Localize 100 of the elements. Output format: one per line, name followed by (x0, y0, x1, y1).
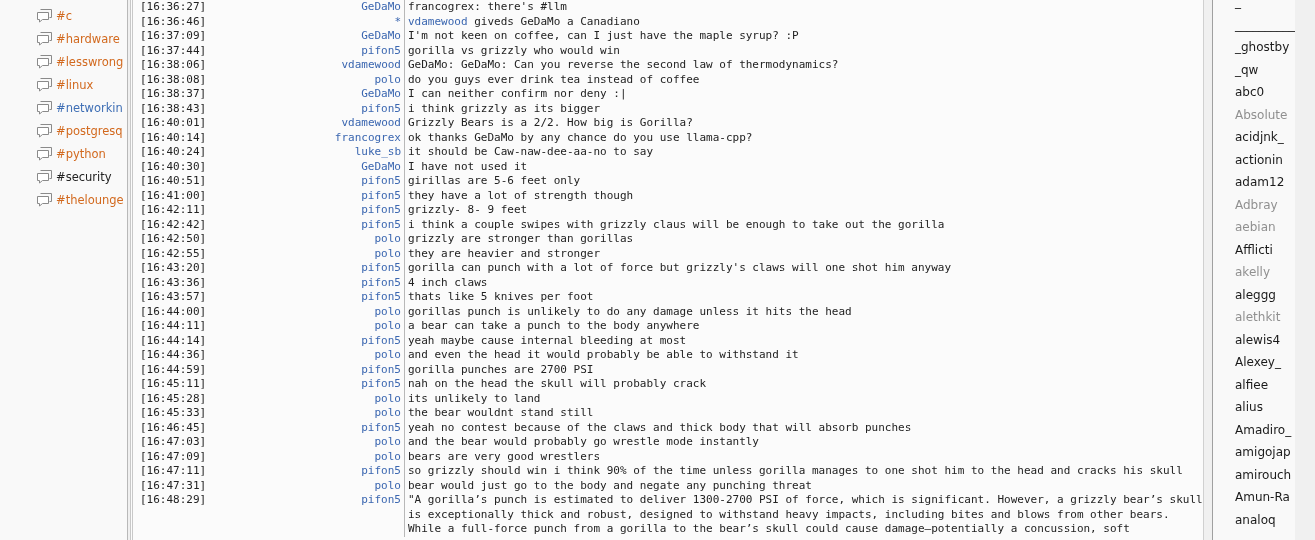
chat-bubbles-icon (36, 54, 53, 69)
nick: polo (374, 449, 401, 463)
chat-bubbles-icon (36, 123, 53, 138)
chat-bubbles-icon (36, 8, 53, 23)
timestamp: [16:40:30] (140, 159, 207, 173)
channel-item[interactable]: #thelounge (56, 192, 124, 207)
nick: GeDaMo (361, 159, 401, 173)
message-text: a bear can take a punch to the body anywhere (408, 319, 700, 332)
timestamp: [16:38:43] (140, 101, 207, 115)
message-text: gorilla vs grizzly who would win (408, 43, 620, 57)
user-item[interactable]: __________ (1235, 13, 1295, 36)
message-text: the bear wouldnt stand still (408, 406, 594, 419)
user-item[interactable]: amirouch (1235, 463, 1295, 486)
chat-bubbles-icon (36, 100, 53, 115)
nick: polo (374, 246, 401, 260)
nick: polo (374, 72, 401, 86)
user-item[interactable]: alius (1235, 396, 1295, 419)
nick: vdamewood (341, 58, 401, 71)
user-item[interactable]: Alexey_ (1235, 351, 1295, 374)
nick: pifon5 (361, 464, 401, 477)
nick: luke_sb (354, 145, 401, 158)
user-item[interactable]: _ghostby (1235, 36, 1295, 59)
message-text: they have a lot of strength though (408, 188, 634, 202)
user-item[interactable]: _qw (1235, 58, 1295, 81)
timestamp: [16:44:36] (140, 348, 207, 361)
nick: polo (374, 232, 401, 245)
message-text: thats like 5 knives per foot (408, 290, 594, 303)
timestamp: [16:47:09] (140, 449, 207, 463)
user-item[interactable]: acidjnk_ (1235, 126, 1295, 149)
action-text: giveds GeDaMo a Canadiano (474, 14, 640, 28)
message-text: "A gorilla’s punch is estimated to deliver 1300-2700 PSI of force, which is significant. However, a grizzly bear’s skull is exceptionally thick and robust, designed to withstand heavy impacts, including bites and blows from other bears. While a full-force punch from a gorilla to the bear’s skull could cause damage—potentially a concussion, soft (408, 493, 1203, 535)
message-text: Grizzly Bears is a 2/2. How big is Gorilla? (408, 116, 693, 129)
timestamp: [16:40:51] (140, 174, 207, 187)
action-nick: vdamewood (408, 14, 468, 28)
nick: polo (374, 435, 401, 448)
user-item[interactable]: adam12 (1235, 171, 1295, 194)
nick: pifon5 (361, 377, 401, 390)
message-text: girillas are 5-6 feet only (408, 174, 581, 187)
channel-item[interactable]: #python (56, 146, 106, 161)
timestamp: [16:44:59] (140, 362, 207, 376)
channel-item[interactable]: #hardware (56, 31, 120, 46)
user-item[interactable]: Amun-Ra (1235, 486, 1295, 509)
channel-item[interactable]: #linux (56, 77, 94, 92)
message-text: gorilla punches are 2700 PSI (408, 362, 594, 376)
user-item[interactable]: amigojap (1235, 441, 1295, 464)
timestamp: [16:36:27] (140, 0, 207, 13)
chat-bubbles-icon (36, 146, 53, 161)
message-text: so grizzly should win i think 90% of the time unless gorilla manages to one shot him to the head and cracks his skull (408, 464, 1183, 477)
user-item[interactable]: alfiee (1235, 373, 1295, 396)
message-text: i think grizzly as its bigger (408, 101, 601, 115)
timestamp: [16:38:08] (140, 72, 207, 86)
message-text: gorilla can punch with a lot of force but grizzly's claws will one shot him anyway (408, 261, 952, 274)
user-item[interactable]: analoq (1235, 508, 1295, 531)
timestamp: [16:37:09] (140, 29, 207, 42)
channel-item[interactable]: #lesswrong (56, 54, 124, 69)
nick: francogrex (334, 130, 401, 144)
channel-item[interactable]: #security (56, 169, 112, 184)
nick: * (394, 14, 401, 28)
user-item[interactable]: _ (1235, 0, 1295, 14)
nick: polo (374, 406, 401, 419)
message-text: GeDaMo: GeDaMo: Can you reverse the second law of thermodynamics? (408, 58, 839, 71)
timestamp: [16:47:11] (140, 464, 207, 477)
timestamp: [16:44:11] (140, 319, 207, 332)
timestamp: [16:40:14] (140, 130, 207, 144)
chat-bubbles-icon (36, 77, 53, 92)
nick: pifon5 (361, 43, 401, 57)
user-item[interactable]: aleggg (1235, 283, 1295, 306)
nick: pifon5 (361, 188, 401, 202)
message-text: its unlikely to land (408, 391, 541, 405)
message-text: they are heavier and stronger (408, 246, 601, 260)
nick: polo (374, 391, 401, 405)
channel-item[interactable]: #postgresq (56, 123, 123, 138)
timestamp: [16:38:06] (140, 58, 207, 71)
timestamp: [16:42:50] (140, 232, 207, 245)
nick: vdamewood (341, 116, 401, 129)
message-text: 4 inch claws (408, 275, 488, 289)
user-item[interactable]: Amadiro_ (1235, 418, 1295, 441)
message-text: bears are very good wrestlers (408, 449, 601, 463)
nick: pifon5 (361, 174, 401, 187)
user-item[interactable]: alewis4 (1235, 328, 1295, 351)
timestamp: [16:44:14] (140, 333, 207, 347)
timestamp: [16:40:01] (140, 116, 207, 129)
timestamp: [16:47:31] (140, 478, 207, 492)
timestamp: [16:47:03] (140, 435, 207, 448)
nick: pifon5 (361, 101, 401, 115)
message-text: I can neither confirm nor deny :| (408, 87, 627, 100)
nick: pifon5 (361, 362, 401, 376)
user-item[interactable]: abc0 (1235, 81, 1295, 104)
message-text: grizzly are stronger than gorillas (408, 232, 634, 245)
timestamp: [16:44:00] (140, 304, 207, 318)
message-text: ok thanks GeDaMo by any chance do you use llama-cpp? (408, 130, 753, 144)
message-text: do you guys ever drink tea instead of coffee (408, 72, 700, 86)
nick: pifon5 (361, 493, 401, 506)
nick: pifon5 (361, 275, 401, 289)
user-item[interactable]: actionin (1235, 148, 1295, 171)
channel-item[interactable]: #networkin (56, 100, 123, 115)
chat-bubbles-icon (36, 192, 53, 207)
message-text: grizzly- 8- 9 feet (408, 203, 528, 216)
user-item[interactable]: Afflicti (1235, 238, 1295, 261)
nick: polo (374, 348, 401, 361)
